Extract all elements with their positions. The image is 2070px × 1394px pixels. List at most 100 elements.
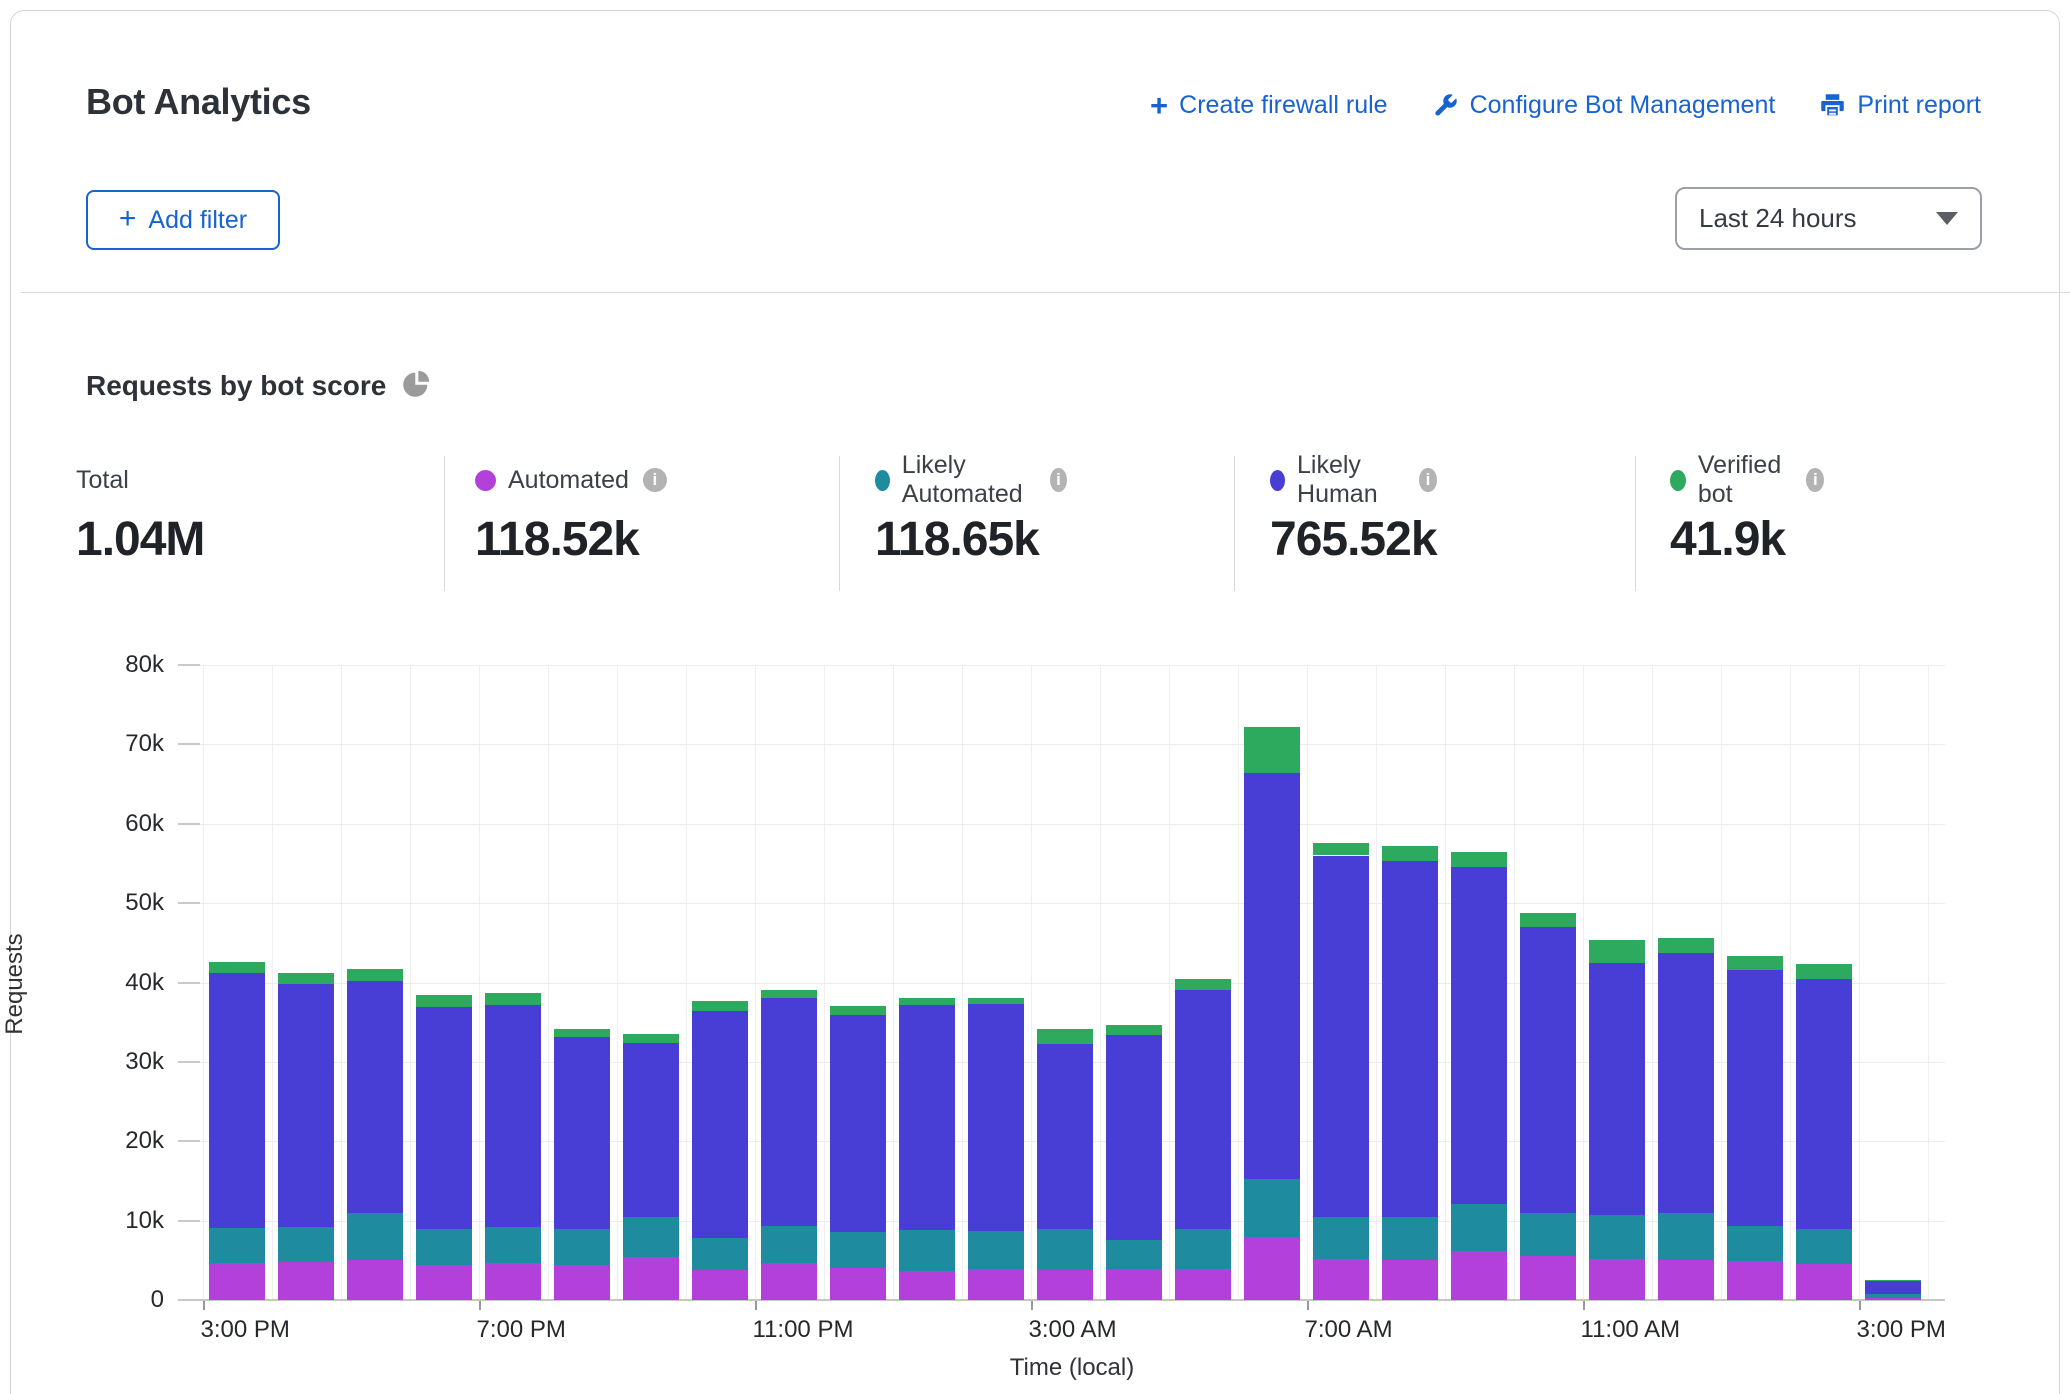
bar-5-00-AM[interactable] [1175, 979, 1231, 1300]
add-filter-button[interactable]: + Add filter [86, 190, 280, 250]
bar-6-00-AM[interactable] [1244, 727, 1300, 1300]
bar-segment-verified-bot [1175, 979, 1231, 990]
x-axis-title: Time (local) [922, 1354, 1222, 1382]
bar-segment-likely-human [968, 1004, 1024, 1231]
action-label: Print report [1857, 91, 1981, 120]
bar-4-00-PM[interactable] [278, 973, 334, 1300]
bar-segment-verified-bot [209, 962, 265, 973]
legend-dot [1670, 470, 1686, 491]
bar-segment-automated [1658, 1260, 1714, 1300]
bar-segment-likely-automated [416, 1229, 472, 1266]
header-actions: + Create firewall rule Configure Bot Manag… [1150, 91, 1981, 120]
bar-2-00-PM[interactable] [1796, 964, 1852, 1300]
bar-5-00-PM[interactable] [347, 969, 403, 1300]
bar-3-00-PM[interactable] [1865, 1280, 1921, 1300]
bar-9-00-AM[interactable] [1451, 852, 1507, 1300]
info-icon[interactable]: i [643, 468, 667, 492]
action-label: Create firewall rule [1179, 91, 1387, 120]
stat-head: Verified boti [1670, 466, 1824, 494]
bar-segment-likely-human [1727, 970, 1783, 1226]
bar-segment-likely-human [1106, 1035, 1162, 1240]
bar-segment-verified-bot [761, 990, 817, 998]
stat-value: 41.9k [1670, 512, 1824, 567]
bar-segment-automated [1451, 1251, 1507, 1300]
info-icon[interactable]: i [1806, 468, 1824, 492]
bar-segment-likely-human [347, 981, 403, 1213]
bar-1-00-PM[interactable] [1727, 956, 1783, 1300]
y-axis-tick-label: 20k [44, 1127, 164, 1155]
bar-3-00-AM[interactable] [1037, 1029, 1093, 1300]
bar-segment-verified-bot [554, 1029, 610, 1038]
bar-segment-likely-automated [1451, 1204, 1507, 1251]
bar-10-00-AM[interactable] [1520, 913, 1576, 1300]
bar-7-00-PM[interactable] [485, 993, 541, 1300]
bar-segment-verified-bot [1658, 938, 1714, 953]
bar-segment-automated [1313, 1259, 1369, 1300]
bar-4-00-AM[interactable] [1106, 1025, 1162, 1300]
bar-segment-automated [761, 1263, 817, 1300]
y-axis-tick [178, 902, 200, 904]
legend-dot [475, 470, 496, 491]
bar-11-00-AM[interactable] [1589, 940, 1645, 1300]
bar-1-00-AM[interactable] [899, 998, 955, 1300]
bar-6-00-PM[interactable] [416, 995, 472, 1300]
info-icon[interactable]: i [1419, 468, 1436, 492]
plus-icon: + [119, 202, 137, 236]
bar-7-00-AM[interactable] [1313, 843, 1369, 1300]
bar-9-00-PM[interactable] [623, 1034, 679, 1300]
bar-segment-likely-automated [1796, 1229, 1852, 1264]
bar-segment-likely-automated [1382, 1217, 1438, 1261]
requests-by-bot-score-chart: 010k20k30k40k50k60k70k80k3:00 PM7:00 PM1… [0, 600, 2070, 1394]
printer-icon [1819, 92, 1846, 119]
bar-12-00-AM[interactable] [830, 1006, 886, 1300]
y-axis-tick-label: 70k [44, 730, 164, 758]
stat-divider [1635, 456, 1636, 591]
bar-segment-automated [1244, 1237, 1300, 1300]
bar-10-00-PM[interactable] [692, 1001, 748, 1300]
stat-total: Total1.04M [76, 466, 204, 567]
bar-segment-automated [899, 1271, 955, 1300]
action-link-configure-bot-management[interactable]: Configure Bot Management [1432, 91, 1776, 120]
bar-segment-likely-automated [899, 1230, 955, 1271]
info-icon[interactable]: i [1050, 468, 1067, 492]
action-label: Configure Bot Management [1470, 91, 1776, 120]
horizontal-gridline [200, 824, 1945, 825]
x-axis-tick [203, 1301, 205, 1310]
action-link-print-report[interactable]: Print report [1819, 91, 1981, 120]
bar-segment-automated [1865, 1298, 1921, 1300]
bar-segment-automated [1796, 1264, 1852, 1300]
bar-12-00-PM[interactable] [1658, 938, 1714, 1300]
bar-8-00-AM[interactable] [1382, 846, 1438, 1300]
bar-segment-verified-bot [830, 1006, 886, 1015]
wrench-icon [1432, 92, 1459, 119]
section-title-row: Requests by bot score [86, 369, 431, 403]
horizontal-gridline [200, 903, 1945, 904]
action-link-create-firewall-rule[interactable]: + Create firewall rule [1150, 91, 1388, 120]
x-axis-tick-label: 11:00 AM [1581, 1316, 1681, 1344]
bar-3-00-PM[interactable] [209, 962, 265, 1300]
bar-segment-likely-automated [692, 1238, 748, 1270]
bar-8-00-PM[interactable] [554, 1029, 610, 1300]
x-axis-tick [1031, 1301, 1033, 1310]
bar-segment-likely-human [416, 1007, 472, 1228]
x-axis-tick [755, 1301, 757, 1310]
stat-head: Likely Humani [1270, 466, 1437, 494]
y-axis-tick [178, 1140, 200, 1142]
bar-segment-automated [830, 1268, 886, 1300]
stat-label: Total [76, 466, 129, 495]
bar-segment-likely-human [1037, 1044, 1093, 1229]
time-range-select[interactable]: Last 24 hours [1675, 187, 1982, 250]
x-axis-tick-label: 3:00 AM [1029, 1316, 1117, 1344]
bar-segment-automated [968, 1269, 1024, 1300]
stat-verified-bot: Verified boti 41.9k [1670, 466, 1824, 567]
bar-segment-verified-bot [278, 973, 334, 984]
plus-icon: + [1150, 95, 1168, 117]
legend-dot [875, 470, 890, 491]
bar-11-00-PM[interactable] [761, 990, 817, 1300]
stat-head: Automatedi [475, 466, 667, 494]
bar-segment-likely-automated [1658, 1213, 1714, 1259]
x-axis-tick [1307, 1301, 1309, 1310]
bar-segment-likely-human [1313, 856, 1369, 1218]
bar-2-00-AM[interactable] [968, 998, 1024, 1300]
bar-segment-verified-bot [1796, 964, 1852, 979]
